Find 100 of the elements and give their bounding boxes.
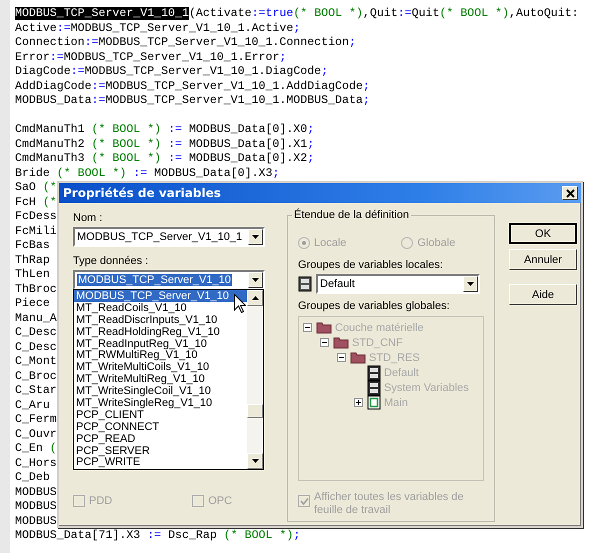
code-text: SaO [15, 181, 37, 194]
code-text: := [50, 50, 64, 64]
code-text: MODBUS_Data[0].X0 [188, 123, 308, 136]
code-text: ; [321, 65, 328, 78]
local-group-combobox[interactable]: Default [316, 274, 480, 294]
code-text: CmdManuTh1 [15, 123, 86, 136]
dropdown-item[interactable]: MODBUS_TCP_Server_V1_10 [74, 290, 247, 302]
radio-label: Globale [417, 237, 456, 249]
code-text: DiagCode [15, 65, 71, 78]
scroll-up-button[interactable] [247, 290, 263, 306]
code-text: ( [50, 442, 57, 455]
close-button[interactable] [562, 186, 578, 200]
code-text: ,Quit [362, 7, 398, 20]
code-text: true [265, 7, 294, 20]
code-text: (* BOOL *) [92, 138, 162, 150]
code-text: C_Aru [15, 398, 50, 412]
code-text: AddDiagCode [15, 80, 92, 92]
folder-icon [333, 336, 349, 349]
dropdown-item[interactable]: MT_RWMultiReg_V1_10 [74, 349, 247, 362]
dialog-button[interactable]: Aide [509, 284, 577, 305]
code-text: ; [362, 80, 370, 92]
dropdown-item[interactable]: MT_ReadInputReg_V1_10 [74, 338, 247, 350]
code-text: MODBUS_TCP_Server_V1_10_1.DiagCode [84, 65, 322, 78]
code-text: (* BOOL *) [92, 152, 162, 165]
code-text: (* BOOL *) [92, 123, 162, 136]
dropdown-item[interactable]: PCP_CLIENT [74, 408, 247, 421]
code-text: := [168, 138, 182, 150]
name-combobox[interactable]: MODBUS_TCP_Server_V1_10_1 [73, 227, 265, 247]
code-text: MODBUS_TCP_Server_V1_10_1.MODBUS_Data [105, 94, 363, 107]
code-text: MODBUS [15, 514, 57, 528]
code-text: MODBUS_Data[0].X1 [188, 138, 308, 150]
dialog-button[interactable]: Annuler [509, 249, 577, 270]
code-text: C_Desc [15, 326, 57, 339]
code-text: Bride [15, 166, 51, 180]
up-arrow-icon [252, 296, 258, 300]
code-text: Error [15, 50, 50, 64]
dropdown-item[interactable]: MT_ReadDiscrInputs_V1_10 [74, 314, 247, 326]
code-text: (* BOOL *) [439, 7, 510, 20]
code-text: := [92, 94, 106, 107]
code-text: := [252, 7, 266, 20]
code-text: C_Mont [15, 355, 57, 368]
dialog-title: Propriétés de variables [63, 186, 221, 200]
type-label: Type données : [73, 255, 150, 267]
dropdown-button[interactable] [248, 272, 263, 288]
close-icon [566, 188, 574, 198]
code-text: Manu_A [15, 312, 57, 324]
pointer-icon [234, 294, 246, 313]
dropdown-item[interactable]: MT_WriteMultiCoils_V1_10 [74, 361, 247, 374]
checkbox-label: OPC [208, 495, 232, 507]
code-text: C_Desc [15, 340, 57, 354]
code-text: MODBUS_TCP_Server_V1_10_1.Active [70, 22, 294, 34]
scroll-down-button[interactable] [247, 453, 263, 469]
type-combobox[interactable]: MODBUS_TCP_Server_V1_10 [73, 270, 265, 290]
code-text: ; [307, 123, 314, 136]
dropdown-item[interactable]: MT_ReadCoils_V1_10 [74, 302, 247, 314]
folder-icon [316, 321, 332, 334]
code-text: := [84, 36, 98, 49]
code-text: := [147, 529, 162, 542]
dropdown-item[interactable]: PCP_CONNECT [74, 420, 247, 433]
code-text: := [92, 80, 106, 92]
code-text: MODBUS_TCP_Server_V1_10_1.AddDiagCode [105, 80, 363, 92]
dropdown-item[interactable]: PCP_WRITE [74, 456, 247, 468]
code-text: := [398, 7, 412, 20]
code-text: Dsc_Rap [167, 529, 218, 542]
code-text: ,AutoQuit: [509, 7, 579, 20]
code-text: MODBUS_Data[0].X2 [188, 152, 308, 165]
dropdown-item[interactable]: MT_ReadHoldingReg_V1_10 [74, 326, 247, 338]
code-text: ; [307, 138, 314, 150]
dropdown-item[interactable]: MT_WriteSingleReg_V1_10 [74, 397, 247, 409]
code-text: ThLen [15, 268, 50, 281]
dropdown-item[interactable]: PCP_SERVER [74, 444, 247, 456]
dropdown-item[interactable]: MT_WriteSingleCoil_V1_10 [74, 385, 247, 398]
scrollbar-thumb[interactable] [247, 404, 263, 418]
name-label: Nom : [73, 212, 104, 224]
dropdown-item[interactable]: PCP_READ [74, 432, 247, 445]
code-text: (* BOOL *) [224, 529, 294, 542]
code-text: MODBUS_TCP_Server_V1_10_1.Error [64, 50, 280, 64]
code-text: := [168, 123, 182, 136]
code-text: Active [15, 22, 57, 34]
code-text: MODBUS [15, 500, 57, 513]
global-groups-label: Groupes de variables globales: [298, 300, 451, 312]
code-text: C_Star [15, 384, 57, 397]
code-text: FcDess [15, 210, 57, 223]
checkbox-label: Afficher toutes les variables de feuille de travail [314, 491, 465, 517]
checkbox-label: PDD [89, 495, 112, 507]
code-text: Connection [15, 36, 85, 49]
code-text: Piece [15, 297, 50, 310]
folder-icon [350, 351, 366, 364]
code-text: FcH [15, 196, 37, 208]
dropdown-button[interactable] [463, 276, 478, 292]
dropdown-button[interactable] [248, 229, 263, 245]
code-text: (* [42, 196, 57, 208]
scrollbar[interactable] [247, 290, 263, 469]
code-text: ; [362, 94, 370, 107]
dropdown-item[interactable]: MT_WriteMultiReg_V1_10 [74, 373, 247, 386]
code-text: ; [293, 529, 300, 542]
code-text: MODBUS_Data[0].X3 [153, 166, 272, 180]
code-text: MODBUS_TCP_Server_V1_10_1.Connection [98, 36, 349, 49]
code-text: C_Ouvr [15, 428, 57, 440]
dialog-button[interactable]: OK [509, 223, 577, 244]
